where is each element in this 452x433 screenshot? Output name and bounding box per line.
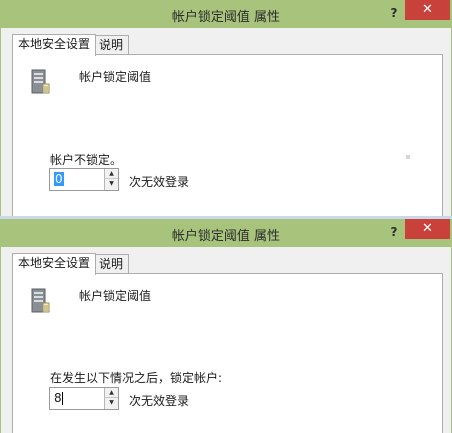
threshold-spinbox[interactable]: 0 ▲ ▼ bbox=[49, 168, 119, 191]
title-bar[interactable]: 帐户锁定阈值 属性 ? ✕ bbox=[0, 219, 452, 247]
lockout-status-label: 在发生以下情况之后，锁定帐户: bbox=[50, 371, 223, 385]
policy-name: 帐户锁定阈值 bbox=[79, 70, 152, 84]
title-bar[interactable]: 帐户锁定阈值 属性 ? ✕ bbox=[0, 0, 452, 28]
properties-dialog-2: 帐户锁定阈值 属性 ? ✕ 本地安全设置 说明 帐户锁定阈值 在发生以下情况之后… bbox=[0, 219, 452, 433]
help-button[interactable]: ? bbox=[381, 3, 407, 23]
spin-up-button[interactable]: ▲ bbox=[104, 169, 118, 179]
server-icon bbox=[31, 69, 50, 94]
dialog-body: 本地安全设置 说明 帐户锁定阈值 帐户不锁定。 0 ▲ ▼ 次无效登录 bbox=[0, 28, 452, 216]
threshold-spinbox[interactable]: 8 ▲ ▼ bbox=[49, 387, 119, 410]
server-icon bbox=[31, 288, 50, 313]
tab-page: 帐户锁定阈值 在发生以下情况之后，锁定帐户: 8 ▲ ▼ 次无效登录 bbox=[12, 273, 443, 433]
threshold-value-selected: 0 bbox=[54, 172, 64, 186]
tab-explain[interactable]: 说明 bbox=[93, 35, 130, 55]
tab-page: 帐户锁定阈值 帐户不锁定。 0 ▲ ▼ 次无效登录 bbox=[12, 54, 443, 216]
tab-local-security-setting[interactable]: 本地安全设置 bbox=[12, 253, 97, 275]
tab-local-security-setting[interactable]: 本地安全设置 bbox=[12, 34, 97, 56]
text-caret bbox=[61, 392, 63, 405]
help-button[interactable]: ? bbox=[381, 222, 407, 242]
spin-down-button[interactable]: ▼ bbox=[104, 179, 118, 190]
properties-dialog-1: 帐户锁定阈值 属性 ? ✕ 本地安全设置 说明 帐户锁定阈值 帐户不锁定。 0 … bbox=[0, 0, 452, 216]
decorative-dot bbox=[406, 155, 410, 159]
policy-name: 帐户锁定阈值 bbox=[79, 289, 152, 303]
close-button[interactable]: ✕ bbox=[405, 0, 450, 20]
threshold-value: 8 bbox=[54, 391, 62, 405]
invalid-logon-suffix: 次无效登录 bbox=[129, 394, 190, 408]
invalid-logon-suffix: 次无效登录 bbox=[129, 175, 190, 189]
spin-up-button[interactable]: ▲ bbox=[104, 388, 118, 398]
tab-explain[interactable]: 说明 bbox=[93, 254, 130, 274]
spin-down-button[interactable]: ▼ bbox=[104, 398, 118, 409]
threshold-input[interactable]: 8 bbox=[51, 389, 104, 408]
lockout-status-label: 帐户不锁定。 bbox=[50, 153, 123, 167]
close-button[interactable]: ✕ bbox=[405, 219, 450, 239]
dialog-body: 本地安全设置 说明 帐户锁定阈值 在发生以下情况之后，锁定帐户: 8 ▲ ▼ 次… bbox=[0, 247, 452, 433]
threshold-input[interactable]: 0 bbox=[51, 170, 104, 189]
